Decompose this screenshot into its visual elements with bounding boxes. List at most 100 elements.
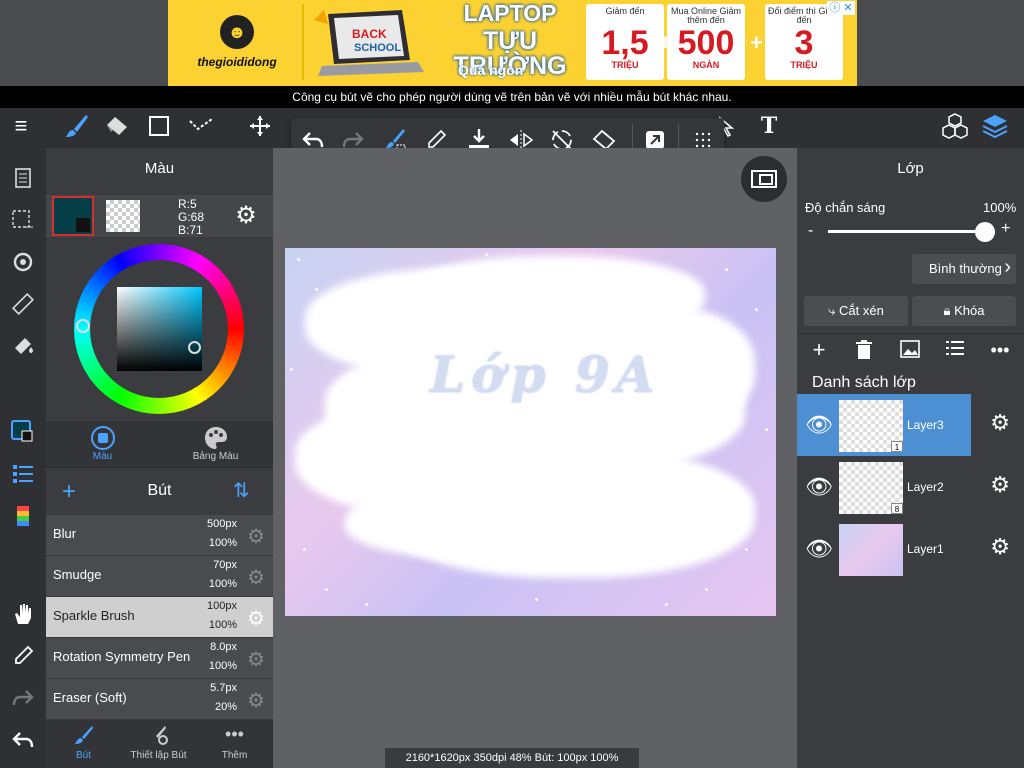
tab-brush-settings-label: Thiết lập Bút: [130, 750, 187, 761]
layer-settings-gear-icon[interactable]: ⚙: [990, 534, 1010, 560]
layer-row[interactable]: 👁︎ 8 Layer2 ⚙: [797, 456, 1024, 518]
redo-icon[interactable]: [0, 678, 46, 718]
clip-arrow-icon: ⤷: [828, 303, 840, 318]
brush-name: Eraser (Soft): [53, 690, 127, 705]
visibility-eye-icon[interactable]: 👁︎: [805, 474, 833, 500]
brush-name: Blur: [53, 526, 77, 541]
opacity-value: 100%: [983, 200, 1017, 215]
visibility-eye-icon[interactable]: 👁︎: [805, 536, 833, 562]
layer-row-selected[interactable]: 👁︎ 1 Layer3 ⚙: [797, 394, 1024, 456]
tab-more[interactable]: ••• Thêm: [197, 724, 272, 761]
text-tool-icon[interactable]: T: [749, 108, 789, 144]
ad-offer-value: 500: [677, 24, 735, 62]
layer-row[interactable]: 👁︎ Layer1 ⚙: [797, 518, 1024, 580]
tab-brush[interactable]: Bút: [46, 724, 121, 761]
eraser-tool-icon[interactable]: [98, 108, 138, 144]
fill-bucket-icon[interactable]: [0, 326, 46, 366]
brush-tool-icon[interactable]: [57, 108, 97, 144]
color-panel-title: Màu: [144, 160, 175, 177]
brush-settings-gear-icon[interactable]: ⚙: [247, 565, 265, 590]
layer-settings-gear-icon[interactable]: ⚙: [990, 410, 1010, 436]
brush-settings-gear-icon[interactable]: ⚙: [247, 647, 265, 672]
tab-brush-settings[interactable]: Thiết lập Bút: [121, 724, 196, 761]
delete-layer-icon[interactable]: [849, 340, 879, 366]
eyedropper-icon[interactable]: [0, 636, 46, 676]
tab-brush-label: Bút: [75, 750, 91, 761]
transform-icon[interactable]: [0, 242, 46, 282]
brush-opacity: 100%: [208, 537, 237, 549]
brush-opacity: 100%: [208, 619, 237, 631]
tab-more-label: Thêm: [221, 750, 248, 761]
palette-bars-icon[interactable]: [0, 496, 46, 536]
blend-mode-button[interactable]: Bình thường: [912, 252, 1016, 284]
palette-icon: [159, 425, 272, 451]
ad-offer-card-2: Mua Online Giảm thêm đến 500 NGÀN: [667, 4, 745, 80]
ad-choices-close-icon[interactable]: ⓘ ✕: [827, 1, 855, 15]
lock-icon: 🔒︎: [943, 303, 955, 318]
brush-settings-gear-icon[interactable]: ⚙: [247, 524, 265, 549]
brush-item[interactable]: Blur 500px 100% ⚙: [46, 515, 273, 556]
color-settings-gear-icon[interactable]: ⚙: [232, 201, 260, 229]
navigator-view-icon[interactable]: [741, 156, 787, 202]
brush-item[interactable]: Eraser (Soft) 5.7px 20% ⚙: [46, 679, 273, 720]
ad-offer-card-1: Giảm đến 1,5 TRIỆU: [586, 4, 664, 80]
brush-settings-gear-icon[interactable]: ⚙: [247, 606, 265, 631]
tab-palette[interactable]: Bảng Màu: [159, 421, 272, 467]
canvas-status-bar: 2160*1620px 350dpi 48% Bút: 100px 100%: [385, 748, 639, 768]
brush-name: Smudge: [53, 567, 102, 582]
move-tool-icon[interactable]: [240, 108, 280, 144]
undo-icon[interactable]: [0, 720, 46, 760]
materials-cubes-icon[interactable]: [935, 108, 975, 144]
brush-size: 5.7px: [210, 682, 237, 694]
ad-brand-logo: ☻ thegioididong: [172, 4, 304, 80]
saturation-value-box[interactable]: [117, 287, 202, 371]
visibility-eye-icon[interactable]: 👁︎: [805, 412, 833, 438]
layer-image-icon[interactable]: [895, 340, 925, 366]
opacity-label: Độ chắn sáng: [805, 200, 886, 215]
hue-handle[interactable]: [76, 319, 90, 333]
brush-settings-gear-icon[interactable]: ⚙: [247, 688, 265, 713]
brand-logo-icon: ☻: [220, 15, 254, 49]
ad-offer-unit: TRIỆU: [790, 60, 818, 70]
hand-pan-icon[interactable]: [0, 594, 46, 634]
layers-panel-icon[interactable]: [975, 108, 1015, 144]
opacity-increase-button[interactable]: +: [1001, 220, 1010, 238]
layer-list-icon[interactable]: [0, 454, 46, 494]
layer-badge: 1: [891, 441, 903, 452]
brush-item-selected[interactable]: Sparkle Brush 100px 100% ⚙: [46, 597, 273, 638]
advertisement-banner[interactable]: ☻ thegioididong BACK SCHOOL LAPTOP TỰU T…: [168, 0, 857, 86]
layer-list-menu-icon[interactable]: [940, 340, 970, 366]
selection-icon[interactable]: [0, 200, 46, 240]
layer-settings-gear-icon[interactable]: ⚙: [990, 472, 1010, 498]
brush-item[interactable]: Rotation Symmetry Pen 8.0px 100% ⚙: [46, 638, 273, 679]
layer-name: Layer2: [907, 480, 944, 494]
ruler-icon[interactable]: [0, 284, 46, 324]
ad-title-line1: LAPTOP: [463, 0, 557, 26]
main-color-swatch[interactable]: [52, 196, 94, 236]
ad-offer-caption: Giảm đến: [605, 6, 645, 16]
layer-panel-title: Lớp: [897, 160, 924, 177]
opacity-slider-track[interactable]: [828, 230, 986, 233]
menu-icon[interactable]: ≡: [1, 108, 41, 144]
lock-button[interactable]: 🔒︎ Khóa: [912, 296, 1016, 326]
opacity-decrease-button[interactable]: -: [808, 222, 813, 240]
brush-item[interactable]: Smudge 70px 100% ⚙: [46, 556, 273, 597]
clipping-button[interactable]: ⤷ Cắt xén: [804, 296, 908, 326]
ad-offer-unit: TRIỆU: [611, 60, 639, 70]
saturation-value-handle[interactable]: [188, 341, 201, 354]
sort-brushes-icon[interactable]: ⇅: [233, 478, 250, 503]
transparent-color-swatch[interactable]: [106, 200, 140, 232]
color-swatch-icon[interactable]: [0, 412, 46, 452]
opacity-slider-knob[interactable]: [975, 222, 995, 242]
secondary-color-swatch[interactable]: [76, 218, 90, 232]
brush-settings-icon: [121, 724, 196, 750]
more-options-icon[interactable]: •••: [985, 340, 1015, 366]
drawing-canvas[interactable]: [285, 248, 776, 616]
layer-thumbnail: 1: [839, 400, 903, 452]
add-layer-icon[interactable]: +: [804, 337, 834, 363]
canvas-artwork-text: Lớp 9A: [430, 345, 661, 404]
shape-tool-icon[interactable]: [139, 108, 179, 144]
tab-color[interactable]: Màu: [46, 421, 159, 467]
pages-icon[interactable]: [0, 158, 46, 198]
lasso-select-icon[interactable]: [181, 108, 221, 144]
